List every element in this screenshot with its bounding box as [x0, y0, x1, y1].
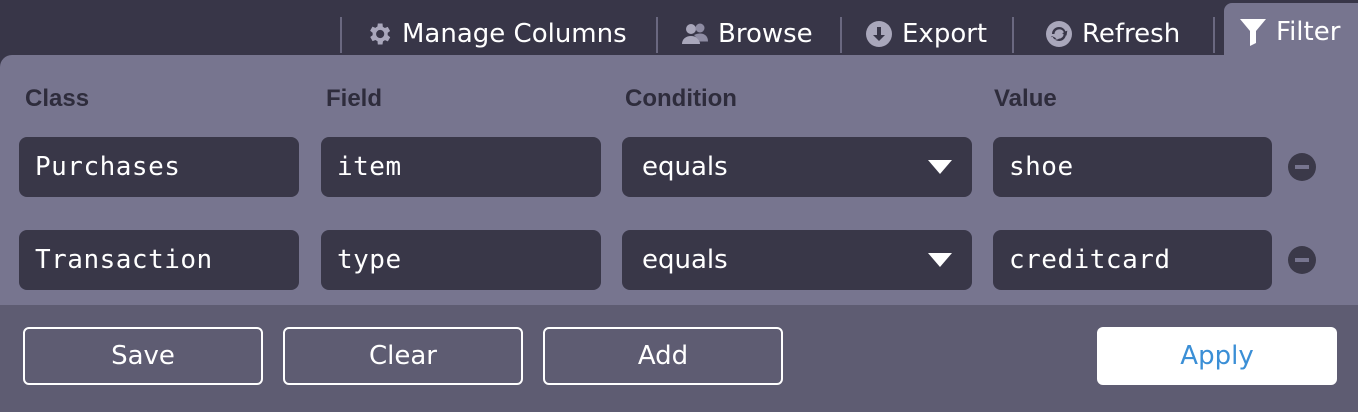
condition-select[interactable]: equals	[622, 137, 972, 197]
refresh-button[interactable]: Refresh	[1044, 14, 1180, 54]
condition-value: equals	[642, 245, 728, 275]
column-header-field: Field	[326, 85, 383, 112]
toolbar-separator	[340, 17, 342, 53]
users-icon	[680, 19, 710, 49]
toolbar-separator	[1213, 17, 1215, 53]
browse-label: Browse	[718, 19, 813, 49]
column-header-condition: Condition	[625, 85, 737, 112]
chevron-down-icon	[928, 253, 952, 267]
class-input[interactable]: Purchases	[19, 137, 299, 197]
download-icon	[864, 19, 894, 49]
export-label: Export	[902, 19, 988, 49]
apply-button[interactable]: Apply	[1097, 327, 1337, 385]
refresh-icon	[1044, 19, 1074, 49]
remove-row-icon[interactable]	[1288, 246, 1316, 274]
save-button[interactable]: Save	[23, 327, 263, 385]
value-input[interactable]: shoe	[993, 137, 1272, 197]
field-input[interactable]: type	[321, 230, 601, 290]
field-input[interactable]: item	[321, 137, 601, 197]
toolbar: Manage Columns Browse Export Refresh Fil…	[0, 0, 1358, 60]
filter-tab[interactable]: Filter	[1224, 3, 1358, 60]
manage-columns-button[interactable]: Manage Columns	[364, 14, 627, 54]
toolbar-separator	[656, 17, 658, 53]
export-button[interactable]: Export	[864, 14, 987, 54]
condition-value: equals	[642, 152, 728, 182]
class-input[interactable]: Transaction	[19, 230, 299, 290]
remove-row-icon[interactable]	[1288, 153, 1316, 181]
filter-label: Filter	[1276, 16, 1341, 47]
column-header-value: Value	[994, 85, 1057, 112]
toolbar-separator	[840, 17, 842, 53]
condition-select[interactable]: equals	[622, 230, 972, 290]
manage-columns-label: Manage Columns	[402, 19, 627, 49]
column-header-class: Class	[25, 85, 90, 112]
gear-icon	[364, 19, 394, 49]
add-button[interactable]: Add	[543, 327, 783, 385]
refresh-label: Refresh	[1082, 19, 1181, 49]
filter-panel: Class Field Condition Value Purchases it…	[0, 55, 1358, 305]
browse-button[interactable]: Browse	[680, 14, 813, 54]
value-input[interactable]: creditcard	[993, 230, 1272, 290]
funnel-icon	[1238, 17, 1268, 47]
toolbar-separator	[1012, 17, 1014, 53]
clear-button[interactable]: Clear	[283, 327, 523, 385]
chevron-down-icon	[928, 160, 952, 174]
filter-footer: Save Clear Add Apply	[0, 305, 1358, 412]
